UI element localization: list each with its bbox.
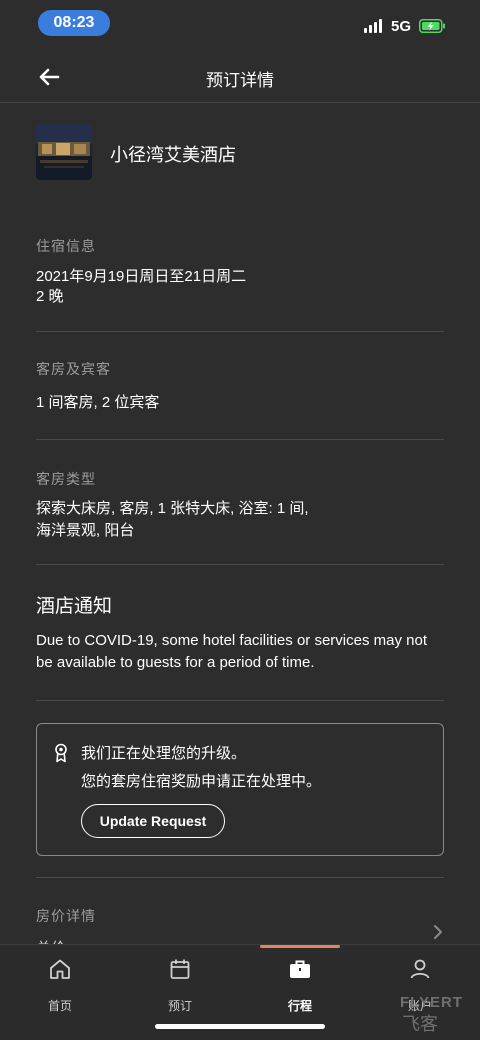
tab-trips[interactable]: 行程 [240, 955, 360, 1015]
upgrade-request-card: 我们正在处理您的升级。 您的套房住宿奖励申请正在处理中。 Update Requ… [36, 723, 444, 856]
chevron-right-icon[interactable] [432, 923, 444, 941]
status-bar: 08:23 5G [0, 0, 480, 46]
network-label: 5G [391, 18, 412, 35]
active-tab-indicator [260, 945, 340, 948]
hotel-name[interactable]: 小径湾艾美酒店 [110, 141, 236, 167]
rooms-guests-value: 1 间客房, 2 位宾客 [36, 394, 160, 411]
flyert-watermark: FLYERT 飞客 [400, 994, 476, 1034]
divider [36, 564, 444, 565]
stay-dates: 2021年9月19日周日至21日周二 [36, 268, 247, 285]
stay-nights: 2 晚 [36, 288, 64, 305]
room-type-label: 客房类型 [36, 471, 96, 487]
rate-details-label[interactable]: 房价详情 [36, 906, 96, 926]
hotel-notice-title: 酒店通知 [36, 596, 113, 617]
divider [36, 439, 444, 440]
hotel-notice-body: Due to COVID-19, some hotel facilities o… [36, 632, 427, 671]
status-time: 08:23 [38, 10, 110, 36]
update-request-button[interactable]: Update Request [81, 804, 225, 838]
tab-label: 预订 [167, 999, 192, 1013]
watermark-text: 飞客 [402, 1014, 438, 1034]
home-indicator[interactable] [155, 1024, 325, 1029]
room-type-value: 探索大床房, 客房, 1 张特大床, 浴室: 1 间, 海洋景观, 阳台 [36, 500, 309, 539]
rooms-guests-label: 客房及宾客 [36, 361, 111, 377]
stay-info-label: 住宿信息 [36, 238, 96, 254]
page-title: 预订详情 [206, 71, 274, 90]
battery-charging-icon [419, 19, 445, 33]
watermark-text: FLYERT [400, 994, 463, 1011]
upgrade-status-detail: 您的套房住宿奖励申请正在处理中。 [81, 773, 322, 790]
nav-bar: 预订详情 [0, 52, 480, 103]
calendar-icon [170, 959, 190, 979]
upgrade-status-title: 我们正在处理您的升级。 [81, 745, 247, 762]
award-icon [55, 743, 67, 763]
divider [36, 700, 444, 701]
briefcase-icon [290, 960, 310, 978]
signal-icon [364, 19, 386, 33]
tab-reservations[interactable]: 预订 [120, 955, 240, 1015]
tab-label: 首页 [47, 999, 72, 1013]
hotel-header[interactable]: 小径湾艾美酒店 [36, 124, 456, 180]
divider [36, 331, 444, 332]
home-icon [50, 959, 70, 979]
divider [36, 877, 444, 878]
hotel-thumbnail [36, 124, 92, 180]
user-icon [410, 959, 430, 979]
tab-label: 行程 [287, 999, 312, 1013]
tab-home[interactable]: 首页 [0, 955, 120, 1015]
